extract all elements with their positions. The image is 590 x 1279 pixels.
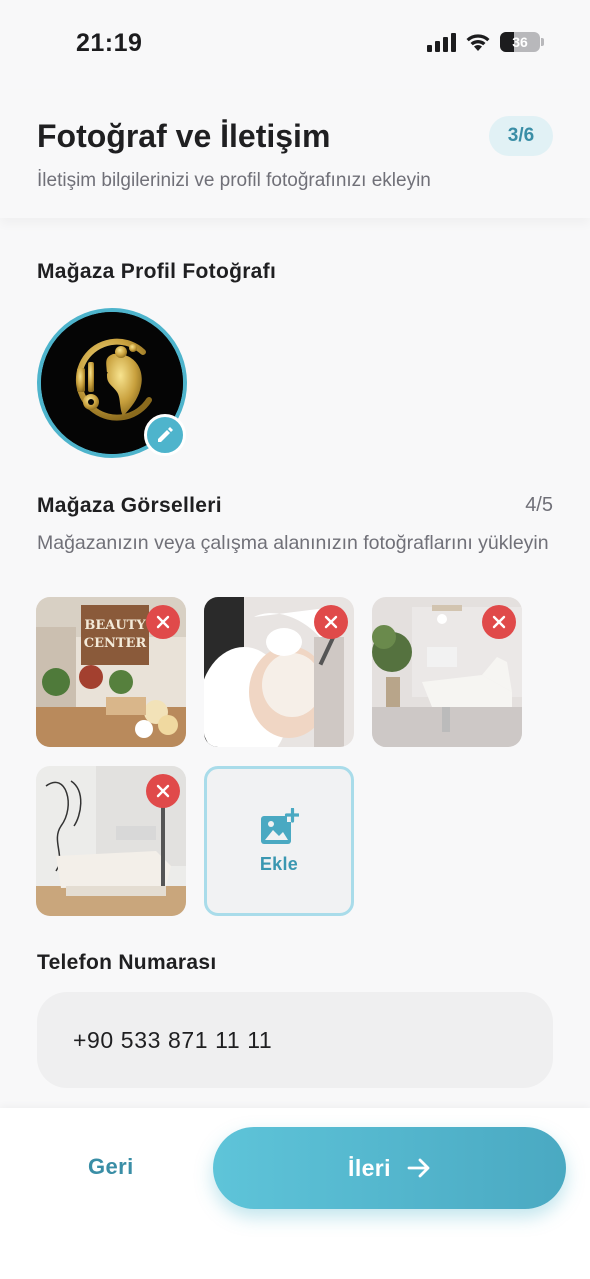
page-title: Fotoğraf ve İletişim — [37, 118, 331, 154]
phone-input[interactable]: +90 533 871 11 11 — [37, 992, 553, 1088]
wifi-icon — [466, 34, 490, 51]
bottom-navigation-bar: Geri İleri — [0, 1108, 590, 1279]
step-badge: 3/6 — [489, 116, 553, 156]
status-bar: 21:19 36 — [0, 0, 590, 90]
add-image-label: Ekle — [259, 853, 299, 874]
edit-profile-photo-button[interactable] — [144, 414, 186, 456]
facial-treatment-photo[interactable] — [204, 597, 354, 747]
remove-image-button[interactable] — [482, 605, 516, 639]
next-button-label: İleri — [348, 1154, 391, 1181]
close-icon — [156, 784, 170, 798]
gallery-description: Mağazanızın veya çalışma alanınızın foto… — [37, 532, 549, 554]
gallery-title: Mağaza Görselleri — [37, 494, 222, 517]
storefront-sign-line-2: CENTER — [84, 636, 147, 651]
battery-icon: 36 — [500, 32, 544, 52]
profile-photo-title: Mağaza Profil Fotoğrafı — [37, 260, 277, 283]
storefront-sign-line-1: BEAUTY — [84, 618, 146, 633]
remove-image-button[interactable] — [146, 774, 180, 808]
status-icons: 36 — [427, 32, 544, 52]
pencil-icon — [158, 427, 173, 442]
next-button[interactable]: İleri — [213, 1127, 566, 1209]
remove-image-button[interactable] — [314, 605, 348, 639]
treatment-room-chair-photo[interactable] — [372, 597, 522, 747]
phone-title: Telefon Numarası — [37, 951, 217, 974]
profile-photo[interactable] — [37, 308, 187, 458]
gallery-count: 4/5 — [525, 494, 553, 516]
add-photo-icon — [261, 807, 299, 844]
back-button[interactable]: Geri — [88, 1154, 134, 1180]
cellular-signal-icon — [427, 32, 456, 52]
status-time: 21:19 — [76, 29, 143, 57]
page-subtitle: İletişim bilgilerinizi ve profil fotoğra… — [37, 170, 431, 191]
beauty-center-storefront-photo[interactable]: BEAUTY CENTER — [36, 597, 186, 747]
close-icon — [156, 615, 170, 629]
arrow-right-icon — [407, 1158, 430, 1178]
page-header: Fotoğraf ve İletişim 3/6 İletişim bilgil… — [0, 90, 590, 218]
battery-level: 36 — [512, 34, 528, 50]
close-icon — [324, 615, 338, 629]
remove-image-button[interactable] — [146, 605, 180, 639]
massage-room-photo[interactable] — [36, 766, 186, 916]
add-image-button[interactable]: Ekle — [204, 766, 354, 916]
close-icon — [492, 615, 506, 629]
